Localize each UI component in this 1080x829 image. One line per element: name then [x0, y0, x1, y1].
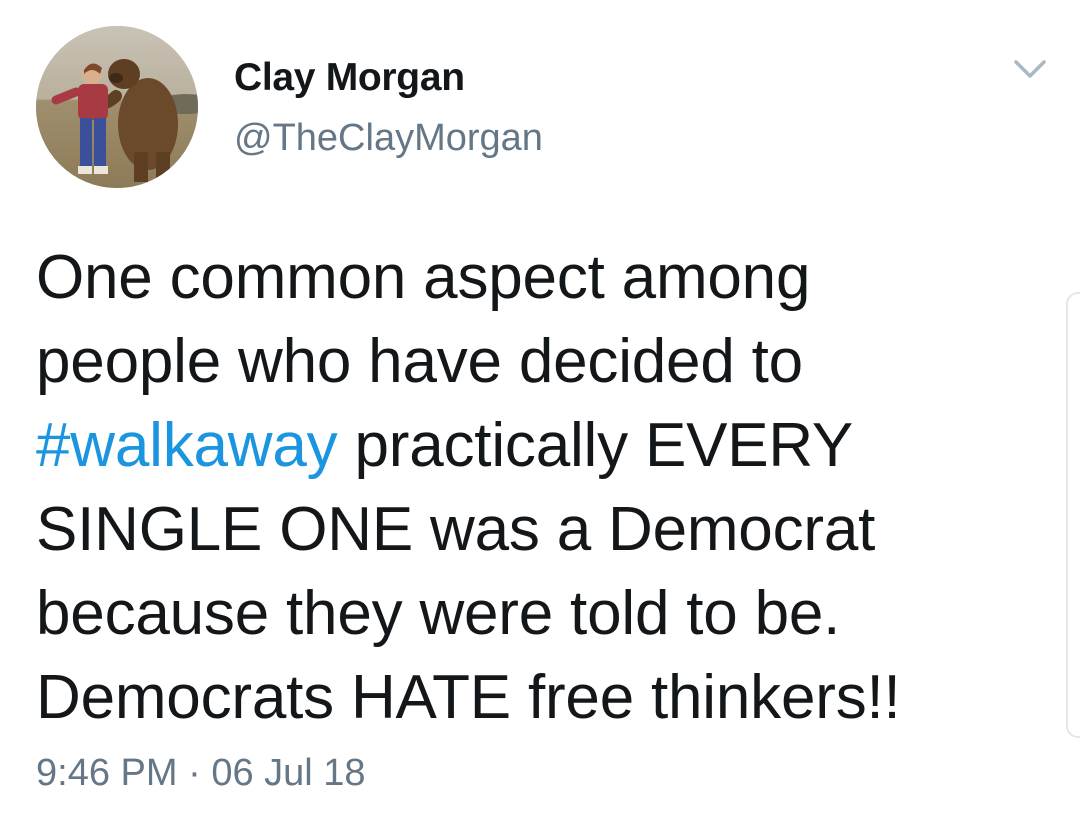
tweet-card: Clay Morgan @TheClayMorgan One common as… [0, 0, 1080, 829]
tweet-time: 9:46 PM [36, 752, 178, 794]
tweet-text: One common aspect among people who have … [36, 236, 1036, 740]
tweet-timestamp[interactable]: 9:46 PM · 06 Jul 18 [36, 752, 366, 795]
tweet-text-segment: One common aspect among [36, 243, 811, 312]
chevron-down-icon[interactable] [1008, 52, 1052, 88]
tweet-text-line: One common aspect among [36, 236, 1036, 320]
tweet-text-segment: because they were told to be. [36, 579, 841, 648]
tweet-text-line: people who have decided to [36, 320, 1036, 404]
hashtag-link[interactable]: #walkaway [36, 411, 338, 480]
tweet-date: 06 Jul 18 [211, 752, 366, 794]
tweet-text-segment: Democrats HATE free thinkers!! [36, 663, 901, 732]
scrollbar-edge[interactable] [1066, 292, 1080, 738]
tweet-text-line: Democrats HATE free thinkers!! [36, 656, 1036, 740]
tweet-text-segment: people who have decided to [36, 327, 803, 396]
user-handle[interactable]: @TheClayMorgan [234, 117, 543, 160]
display-name[interactable]: Clay Morgan [234, 56, 465, 100]
profile-photo [36, 26, 198, 188]
tweet-text-line: #walkaway practically EVERY [36, 404, 1036, 488]
tweet-text-segment: SINGLE ONE was a Democrat [36, 495, 876, 564]
timestamp-separator: · [188, 752, 201, 794]
avatar[interactable] [36, 26, 198, 188]
tweet-text-segment: practically EVERY [337, 411, 854, 480]
tweet-text-line: because they were told to be. [36, 572, 1036, 656]
tweet-text-line: SINGLE ONE was a Democrat [36, 488, 1036, 572]
